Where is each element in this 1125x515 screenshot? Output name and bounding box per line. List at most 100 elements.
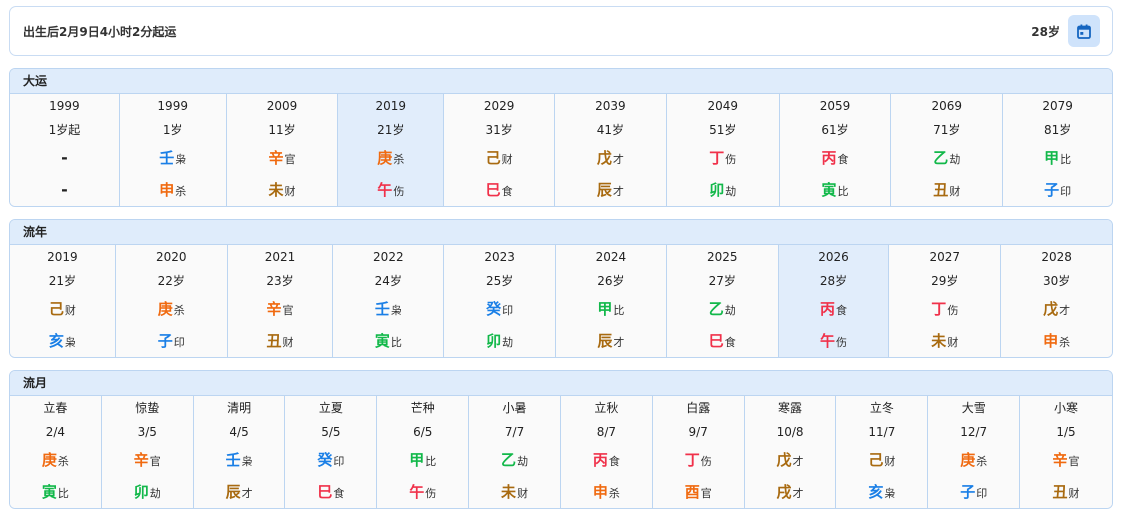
heavenly-stem: 丁	[931, 300, 947, 318]
liunian-column[interactable]: 2023 25岁 癸印 卯劫	[444, 245, 557, 357]
liuyue-column[interactable]: 大雪 12/7 庚杀 子印	[928, 396, 1021, 508]
heavenly-stem-row: 壬枭	[159, 147, 186, 169]
age-label: 11岁	[268, 123, 296, 137]
ten-god-label: 比	[390, 336, 402, 349]
dayun-column[interactable]: 1999 1岁起 - -	[10, 94, 120, 206]
liunian-column[interactable]: 2019 21岁 己财 亥枭	[10, 245, 116, 357]
age-label: 21岁	[48, 274, 77, 288]
year-label: 2079	[1042, 99, 1073, 113]
liunian-column[interactable]: 2026 28岁 丙食 午伤	[778, 245, 890, 357]
solar-term: 白露	[686, 401, 711, 415]
date-label: 1/5	[1056, 425, 1076, 439]
earthly-branch: 戌	[776, 483, 792, 501]
liunian-column[interactable]: 2027 29岁 丁伤 未财	[889, 245, 1002, 357]
ten-god-label: 财	[64, 304, 76, 317]
age-label: 23岁	[266, 274, 294, 288]
age-label: 24岁	[374, 274, 402, 288]
qiyun-text: 出生后2月9日4小时2分起运	[23, 24, 177, 39]
ten-god-label: 伤	[836, 336, 848, 349]
dayun-column[interactable]: 2019 21岁 庚杀 午伤	[338, 94, 445, 206]
liuyue-column[interactable]: 立夏 5/5 癸印 巳食	[285, 396, 378, 508]
heavenly-stem-row: 丁伤	[685, 449, 712, 471]
earthly-branch: 午	[377, 181, 393, 199]
earthly-branch: -	[61, 180, 68, 199]
earthly-branch-row: 巳食	[486, 179, 513, 201]
heavenly-stem: 壬	[374, 300, 390, 318]
age-label: 28岁	[819, 274, 848, 288]
date-label: 3/5	[137, 425, 157, 439]
ten-god-label: 杀	[57, 455, 69, 468]
dayun-column[interactable]: 2079 81岁 甲比 子印	[1003, 94, 1112, 206]
liuyue-column[interactable]: 立冬 11/7 己财 亥枭	[836, 396, 929, 508]
liunian-column[interactable]: 2024 26岁 甲比 辰才	[556, 245, 667, 357]
heavenly-stem-row: 辛官	[269, 147, 296, 169]
ten-god-label: 枭	[241, 455, 253, 468]
ten-god-label: 食	[836, 304, 848, 317]
heavenly-stem-row: 庚杀	[960, 449, 987, 471]
earthly-branch-row: 午伤	[820, 330, 847, 352]
liunian-column[interactable]: 2022 24岁 壬枭 寅比	[333, 245, 445, 357]
liuyue-column[interactable]: 寒露 10/8 戊才 戌才	[744, 396, 837, 508]
liuyue-column[interactable]: 芒种 6/5 甲比 午伤	[377, 396, 470, 508]
ten-god-label: 印	[333, 455, 345, 468]
solar-term: 立秋	[594, 401, 619, 415]
earthly-branch-row: 亥枭	[49, 330, 76, 352]
earthly-branch: 寅	[821, 181, 837, 199]
liuyue-column[interactable]: 小暑 7/7 乙劫 未财	[469, 396, 561, 508]
age-label: 21岁	[377, 123, 405, 137]
heavenly-stem-row: 甲比	[409, 449, 436, 471]
solar-term: 立夏	[318, 401, 343, 415]
liuyue-column[interactable]: 立秋 8/7 丙食 申杀	[560, 396, 653, 508]
liuyue-column[interactable]: 惊蛰 3/5 辛官 卯劫	[101, 396, 194, 508]
age-label: 51岁	[709, 123, 737, 137]
date-label: 9/7	[688, 425, 708, 439]
dayun-column[interactable]: 2069 71岁 乙劫 丑财	[891, 94, 1004, 206]
liunian-column[interactable]: 2025 27岁 乙劫 巳食	[666, 245, 779, 357]
heavenly-stem-row: -	[61, 147, 68, 169]
dayun-column[interactable]: 2059 61岁 丙食 寅比	[779, 94, 892, 206]
liuyue-column[interactable]: 白露 9/7 丁伤 酉官	[652, 396, 745, 508]
dayun-column[interactable]: 2009 11岁辛官未财	[226, 94, 339, 206]
heavenly-stem: 乙	[708, 300, 724, 318]
ten-god-label: 伤	[393, 185, 405, 198]
ten-god-label: 财	[884, 455, 896, 468]
dayun-column[interactable]: 2049 51岁 丁伤 卯劫	[666, 94, 780, 206]
dayun-column[interactable]: 2029 31岁 己财 巳食	[444, 94, 556, 206]
ten-god-label: 枭	[390, 304, 402, 317]
liunian-column[interactable]: 2020 22岁 庚杀 子印	[115, 245, 228, 357]
dayun-column[interactable]: 2039 41岁 戊才 辰才	[555, 94, 667, 206]
solar-term: 小暑	[502, 401, 527, 415]
heavenly-stem-row: 庚杀	[42, 449, 69, 471]
earthly-branch-row: 辰才	[597, 179, 624, 201]
year-label: 2009	[266, 99, 298, 113]
liuyue-section: 流月 立春 2/4 庚杀 寅比 惊蛰 3/5 辛官 卯劫 清明 4/5 壬枭 辰才 立夏 5/5 癸印 巳食芒…	[9, 370, 1113, 509]
heavenly-stem-row: 癸印	[317, 449, 344, 471]
heavenly-stem-row: 甲比	[597, 298, 624, 320]
calendar-button[interactable]	[1068, 15, 1100, 47]
ten-god-label: 食	[608, 455, 620, 468]
earthly-branch: 子	[157, 332, 173, 350]
ten-god-label: 比	[57, 487, 69, 500]
earthly-branch-row: 未财	[269, 179, 296, 201]
age-label: 26岁	[597, 274, 625, 288]
liuyue-column[interactable]: 小寒 1/5 辛官 丑财	[1020, 396, 1112, 508]
heavenly-stem: 己	[48, 300, 64, 318]
solar-term: 立冬	[869, 401, 894, 415]
earthly-branch-row: 戌才	[777, 481, 804, 503]
dayun-column[interactable]: 1999 1岁 壬枭 申杀	[119, 94, 227, 206]
ten-god-label: 财	[501, 153, 513, 166]
date-label: 10/8	[776, 425, 804, 439]
ten-god-label: 才	[241, 487, 253, 500]
liuyue-column[interactable]: 立春 2/4 庚杀 寅比	[10, 396, 102, 508]
year-label: 2024	[595, 250, 627, 264]
liuyue-column[interactable]: 清明 4/5 壬枭 辰才	[193, 396, 286, 508]
date-label: 2/4	[45, 425, 66, 439]
earthly-branch: 午	[820, 332, 836, 350]
ten-god-label: 食	[724, 336, 736, 349]
heavenly-stem: 壬	[225, 451, 241, 469]
ten-god-label: 财	[282, 336, 294, 349]
earthly-branch: 申	[592, 483, 608, 501]
liunian-column[interactable]: 2028 30岁 戊才 申杀	[1001, 245, 1112, 357]
liunian-column[interactable]: 2021 23岁 辛官 丑财	[227, 245, 334, 357]
heavenly-stem: 癸	[486, 300, 502, 318]
